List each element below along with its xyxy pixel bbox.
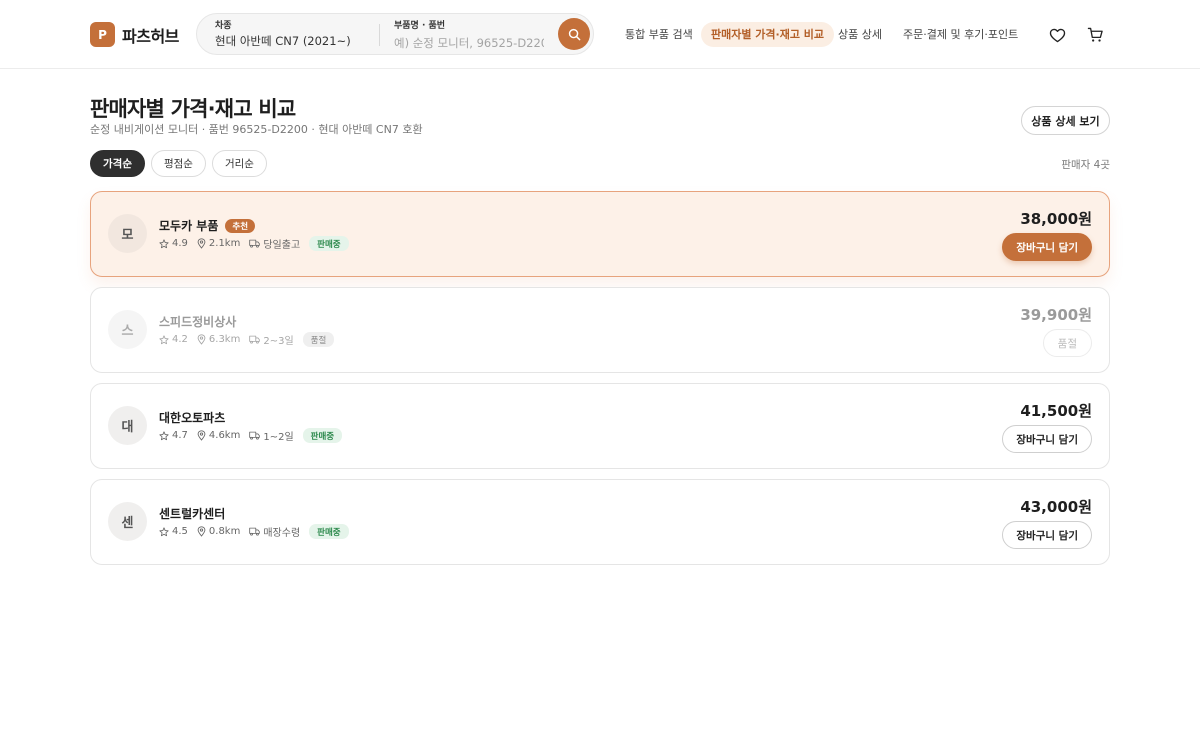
- seller-price: 39,900원: [1020, 306, 1092, 324]
- star-icon: [159, 238, 169, 248]
- seller-card: 센 센트럴카센터 4.5 0.8km 매장수령 판매중 43,000원 장바구니…: [90, 479, 1110, 565]
- seller-distance: 6.3km: [197, 334, 240, 345]
- product-detail-button[interactable]: 상품 상세 보기: [1021, 106, 1110, 135]
- delivery-value: 1~2일: [263, 432, 294, 443]
- part-search-input[interactable]: [394, 36, 544, 50]
- rating-value: 4.7: [172, 430, 188, 441]
- truck-icon: [249, 527, 261, 536]
- search-icon: [568, 28, 580, 40]
- delivery-value: 매장수령: [263, 528, 301, 539]
- seller-rating: 4.2: [159, 334, 188, 345]
- seller-count: 판매자 4곳: [1061, 159, 1110, 171]
- nav-order-review-points[interactable]: 주문·결제 및 후기·포인트: [893, 22, 1028, 47]
- rating-value: 4.9: [172, 238, 188, 249]
- star-icon: [159, 526, 169, 536]
- part-search-field: 부품명 · 품번: [394, 21, 544, 51]
- delivery-value: 당일출고: [263, 240, 301, 251]
- seller-distance: 4.6km: [197, 430, 240, 441]
- seller-delivery: 매장수령: [249, 524, 300, 539]
- seller-rating: 4.9: [159, 238, 188, 249]
- part-label: 부품명 · 품번: [394, 21, 446, 31]
- search-bar: 차종 현대 아반떼 CN7 (2021~) 부품명 · 품번: [196, 13, 594, 55]
- seller-delivery: 당일출고: [249, 236, 300, 251]
- seller-name[interactable]: 모두카 부품: [159, 217, 218, 234]
- seller-price: 43,000원: [1020, 498, 1092, 516]
- seller-price: 41,500원: [1020, 402, 1092, 420]
- vehicle-label: 차종: [215, 21, 232, 31]
- add-to-cart-button[interactable]: 장바구니 담기: [1002, 425, 1092, 453]
- seller-card: 대 대한오토파츠 4.7 4.6km 1~2일 판매중 41,500원 장바구니…: [90, 383, 1110, 469]
- add-to-cart-button[interactable]: 장바구니 담기: [1002, 233, 1092, 261]
- logo[interactable]: P 파츠허브: [90, 22, 179, 47]
- seller-rating: 4.5: [159, 526, 188, 537]
- sort-tab-rating[interactable]: 평점순: [150, 150, 206, 177]
- truck-icon: [249, 335, 261, 344]
- distance-value: 0.8km: [208, 526, 241, 537]
- seller-card: 모 모두카 부품 추천 4.9 2.1km 당일출고 판매중 38,000원 장…: [90, 191, 1110, 277]
- seller-avatar: 대: [108, 406, 147, 445]
- recommended-badge: 추천: [225, 218, 256, 233]
- seller-name[interactable]: 스피드정비상사: [159, 313, 236, 330]
- stock-status-badge: 판매중: [309, 236, 349, 251]
- seller-name[interactable]: 센트럴카센터: [159, 505, 225, 522]
- add-to-cart-button[interactable]: 장바구니 담기: [1002, 521, 1092, 549]
- seller-delivery: 1~2일: [249, 428, 294, 443]
- location-pin-icon: [197, 526, 206, 537]
- sold-out-button: 품절: [1042, 329, 1092, 357]
- distance-value: 4.6km: [208, 430, 241, 441]
- seller-card: 스 스피드정비상사 4.2 6.3km 2~3일 품절 39,900원 품절: [90, 287, 1110, 373]
- wishlist-heart-icon[interactable]: [1047, 25, 1067, 45]
- seller-price: 38,000원: [1020, 210, 1092, 228]
- vehicle-selector[interactable]: 차종 현대 아반떼 CN7 (2021~): [215, 21, 351, 49]
- logo-text: 파츠허브: [122, 26, 179, 46]
- logo-mark: P: [90, 22, 115, 47]
- top-header: P 파츠허브 차종 현대 아반떼 CN7 (2021~) 부품명 · 품번 통합…: [0, 0, 1200, 69]
- seller-avatar: 스: [108, 310, 147, 349]
- location-pin-icon: [197, 430, 206, 441]
- rating-value: 4.2: [172, 334, 188, 345]
- star-icon: [159, 430, 169, 440]
- page-title: 판매자별 가격·재고 비교: [90, 97, 296, 121]
- sort-tab-distance[interactable]: 거리순: [211, 150, 267, 177]
- location-pin-icon: [197, 238, 206, 249]
- vehicle-value: 현대 아반떼 CN7 (2021~): [215, 34, 351, 48]
- seller-avatar: 센: [108, 502, 147, 541]
- truck-icon: [249, 239, 261, 248]
- page-subtitle: 순정 내비게이션 모니터 · 품번 96525-D2200 · 현대 아반떼 C…: [90, 123, 423, 136]
- distance-value: 2.1km: [208, 238, 241, 249]
- seller-delivery: 2~3일: [249, 332, 294, 347]
- stock-status-badge: 품절: [302, 332, 335, 347]
- nav-product-detail[interactable]: 상품 상세: [828, 22, 892, 47]
- search-button[interactable]: [558, 18, 590, 50]
- truck-icon: [249, 431, 261, 440]
- distance-value: 6.3km: [208, 334, 241, 345]
- seller-name[interactable]: 대한오토파츠: [159, 409, 225, 426]
- rating-value: 4.5: [172, 526, 188, 537]
- delivery-value: 2~3일: [263, 336, 294, 347]
- sort-tab-price[interactable]: 가격순: [90, 150, 145, 177]
- search-divider: [379, 24, 380, 46]
- nav-seller-compare[interactable]: 판매자별 가격·재고 비교: [701, 22, 835, 47]
- sort-tabs: 가격순 평점순 거리순: [90, 150, 273, 177]
- cart-icon[interactable]: [1085, 25, 1105, 45]
- stock-status-badge: 판매중: [302, 428, 343, 443]
- seller-rating: 4.7: [159, 430, 188, 441]
- nav-integrated-search[interactable]: 통합 부품 검색: [615, 22, 703, 47]
- seller-distance: 0.8km: [197, 526, 240, 537]
- star-icon: [159, 334, 169, 344]
- seller-avatar: 모: [108, 214, 147, 253]
- stock-status-badge: 판매중: [309, 524, 349, 539]
- seller-distance: 2.1km: [197, 238, 240, 249]
- location-pin-icon: [197, 334, 206, 345]
